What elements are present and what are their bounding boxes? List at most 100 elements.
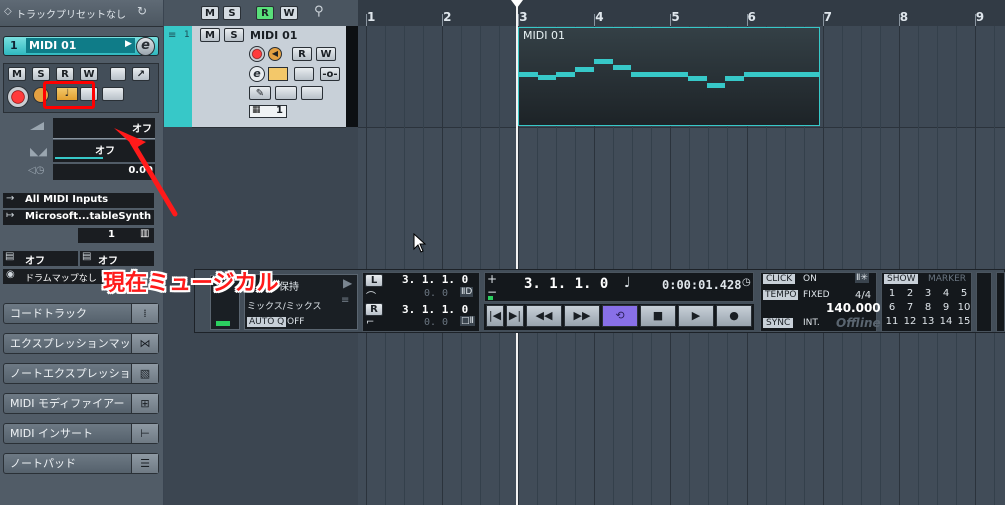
add-icon[interactable]: + [487,272,497,286]
track-channel-field[interactable]: ▦ 1 [249,105,287,118]
marker-number-button[interactable]: 4 [938,288,954,299]
section-midi-insert[interactable]: MIDI インサート ⊢ [3,423,159,444]
midi-part[interactable]: MIDI 01 [518,27,820,126]
track-record-button[interactable] [249,46,265,62]
tempo-mode: FIXED [803,290,830,300]
inspector-output-icon[interactable]: ↗ [132,67,150,81]
marker-number-button[interactable]: 14 [938,316,954,327]
marker-number-button[interactable]: 8 [920,302,936,313]
fast-forward-button[interactable]: ▶▶ [564,305,600,327]
section-label: ノートエクスプレッション [10,367,142,380]
track-name[interactable]: MIDI 01 [26,38,135,53]
lane-list-button[interactable] [102,87,124,101]
section-notepad[interactable]: ノートパッド ☰ [3,453,159,474]
marker-number-button[interactable]: 5 [956,288,972,299]
note-value-icon[interactable]: ♩ [624,275,631,291]
inspector-mute-button[interactable]: M [8,67,26,81]
section-note-expression[interactable]: ノートエクスプレッション ▧ [3,363,159,384]
rewind-button[interactable]: ◀◀ [526,305,562,327]
inspector-freeze-icon[interactable] [110,67,126,81]
right-punch-icon[interactable]: ⌐ [366,317,374,328]
track-keys-button[interactable] [301,86,323,100]
go-to-end-button[interactable]: ▶| [506,305,524,327]
go-to-start-button[interactable]: |◀ [486,305,504,327]
record-button[interactable]: ● [716,305,752,327]
metronome-settings-icon[interactable]: Ⅱ✳ [855,273,869,283]
inspector-solo-button[interactable]: S [32,67,50,81]
play-button[interactable]: ▶ [678,305,714,327]
tracklist-track-name[interactable]: MIDI 01 [250,29,297,42]
section-expression-map[interactable]: エクスプレッションマップ ⋈ [3,333,159,354]
track-monitor-button[interactable]: ◀ [268,47,282,61]
inspector-read-button[interactable]: R [56,67,74,81]
auto-q-label[interactable]: AUTO Q [247,317,287,327]
clock-icon[interactable]: ◷ [742,277,751,288]
track-mute-button[interactable]: M [200,28,220,42]
preset-bar[interactable]: ◇ トラックプリセットなし ↻ [0,0,163,27]
track-write-button[interactable]: W [316,47,336,61]
track-edit-button[interactable]: e [249,66,265,82]
marker-number-button[interactable]: 10 [956,302,972,313]
left-locator-value[interactable]: 3. 1. 1. 0 [402,273,468,286]
midi-part-notes [519,59,819,88]
marker-number-button[interactable]: 13 [920,316,936,327]
program-icon: ▤ [82,251,92,262]
cycle-button[interactable]: ⟲ [602,305,638,327]
annotation-arrow [114,128,178,217]
track-pan-button[interactable]: -o- [320,67,340,81]
input-arrow-icon: → [6,193,15,204]
global-mute-button[interactable]: M [201,6,219,20]
section-midi-modifier[interactable]: MIDI モディファイアー ⊞ [3,393,159,414]
auto-q-value: OFF [287,317,305,327]
marker-number-button[interactable]: 11 [884,316,900,327]
marker-number-button[interactable]: 15 [956,316,972,327]
marker-grid: 1 2 3 4 5 6 7 8 9 10 11 12 13 14 15 [884,288,972,330]
bank-field[interactable]: ▤ オフ [3,251,78,267]
inspector-record-button[interactable] [7,86,29,108]
track-read-button[interactable]: R [292,47,312,61]
ruler[interactable]: 1 2 3 4 5 6 7 8 9 [358,0,1005,27]
playhead-line[interactable] [516,0,518,505]
time-signature[interactable]: 4/4 [855,290,871,301]
sync-button[interactable]: SYNC [763,318,794,328]
grid-line-beat [841,26,843,505]
section-chord-track[interactable]: コードトラック ⁞ [3,303,159,324]
tempo-value[interactable]: 140.000 [826,301,881,315]
track-musical-button[interactable] [268,67,288,81]
right-locator-value[interactable]: 3. 1. 1. 0 [402,303,468,316]
search-icon[interactable]: ⚲ [314,4,324,19]
marker-number-button[interactable]: 1 [884,288,900,299]
click-button[interactable]: CLICK [763,274,796,284]
drum-map-value: ドラムマップなし [25,274,97,284]
reload-icon[interactable]: ↻ [137,4,147,18]
program-field[interactable]: ▤ オフ [80,251,154,267]
playhead-marker-icon[interactable] [511,0,523,8]
marker-number-button[interactable]: 12 [902,316,918,327]
track-pencil-button[interactable]: ✎ [249,86,271,100]
global-read-button[interactable]: R [256,6,274,20]
marker-number-button[interactable]: 2 [902,288,918,299]
tempo-button[interactable]: TEMPO [763,290,799,300]
track-lane-button[interactable] [294,67,314,81]
right-offset-value: 0. 0 [424,317,449,328]
inspector-write-button[interactable]: W [80,67,98,81]
postroll-icon[interactable]: □Ⅱ [460,316,475,326]
left-locator-button[interactable]: L [365,274,383,287]
show-button[interactable]: SHOW [884,274,919,284]
track-folder-button[interactable] [275,86,297,100]
marker-number-button[interactable]: 7 [902,302,918,313]
mouse-cursor-icon [413,233,427,253]
right-locator-button[interactable]: R [365,303,383,316]
left-punch-icon[interactable]: ⌒ [366,288,376,303]
cycle-marker-icon[interactable]: ⅡD [460,287,474,297]
marker-number-button[interactable]: 3 [920,288,936,299]
global-write-button[interactable]: W [280,6,298,20]
ruler-bar-number: 6 [747,10,756,24]
marker-number-button[interactable]: 6 [884,302,900,313]
marker-number-button[interactable]: 9 [938,302,954,313]
drum-map-field[interactable]: ◉ ドラムマップなし [3,269,103,284]
track-solo-button[interactable]: S [224,28,244,42]
global-solo-button[interactable]: S [223,6,241,20]
edit-instrument-button[interactable]: e [136,37,155,56]
stop-button[interactable]: ■ [640,305,676,327]
